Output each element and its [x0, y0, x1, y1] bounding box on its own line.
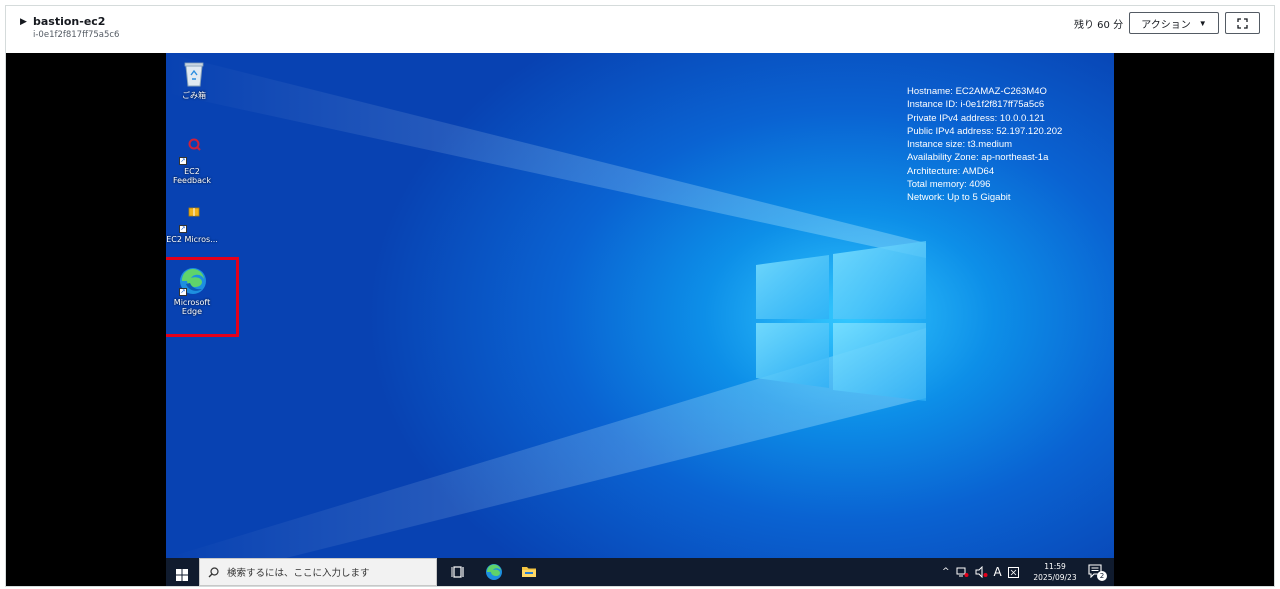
desktop-icon-recycle-bin[interactable]: ごみ箱 — [168, 59, 220, 100]
recycle-bin-icon — [179, 59, 209, 89]
action-button-label: アクション — [1141, 19, 1191, 31]
search-placeholder: 検索するには、ここに入力します — [227, 568, 370, 579]
network-icon[interactable] — [956, 566, 969, 578]
edge-icon: ↗ — [177, 266, 207, 296]
taskbar-clock[interactable]: 11:59 2025/09/23 — [1032, 561, 1078, 583]
action-button[interactable]: アクション ▼ — [1129, 12, 1219, 34]
desktop-icon-label: EC2 Feedback — [172, 167, 212, 185]
shortcut-arrow-icon: ↗ — [179, 157, 187, 165]
system-tray: ^ A — [942, 558, 1019, 586]
feedback-app-icon: ↗ — [177, 135, 207, 165]
session-frame: ▶ bastion-ec2 i-0e1f2f817ff75a5c6 残り 60 … — [5, 5, 1275, 587]
volume-muted-icon[interactable] — [975, 566, 988, 578]
clock-time: 11:59 — [1044, 562, 1066, 571]
edge-taskbar-icon[interactable] — [485, 563, 503, 581]
file-explorer-icon[interactable] — [520, 563, 538, 581]
windows-desktop[interactable]: ごみ箱 ↗ EC2 Feedback ↗ EC2 Micros... ↗ Mic… — [166, 53, 1114, 558]
info-availability-zone: Availability Zone: ap-northeast-1a — [907, 152, 1049, 164]
shortcut-arrow-icon: ↗ — [179, 225, 187, 233]
info-hostname: Hostname: EC2AMAZ-C263M4O — [907, 86, 1047, 97]
clock-date: 2025/09/23 — [1033, 573, 1077, 582]
instance-id: i-0e1f2f817ff75a5c6 — [33, 30, 120, 40]
fullscreen-button[interactable] — [1225, 12, 1260, 34]
desktop-icon-label: EC2 Micros... — [166, 235, 218, 244]
session-header: ▶ bastion-ec2 i-0e1f2f817ff75a5c6 残り 60 … — [6, 6, 1274, 53]
info-architecture: Architecture: AMD64 — [907, 165, 995, 177]
notification-badge: 2 — [1097, 571, 1107, 581]
instance-info-overlay: Hostname: EC2AMAZ-C263M4O Instance ID: i… — [907, 85, 1062, 205]
desktop-icon-ec2-feedback[interactable]: ↗ EC2 Feedback — [166, 135, 218, 185]
info-instance-id: Instance ID: i-0e1f2f817ff75a5c6 — [907, 99, 1045, 111]
caret-down-icon: ▼ — [1198, 18, 1207, 28]
package-icon: ↗ — [177, 203, 207, 233]
ime-indicator[interactable]: A — [994, 565, 1002, 579]
windows-taskbar: 検索するには、ここに入力します ^ A 11:59 2025/09/23 2 — [166, 558, 1114, 586]
chevron-up-icon[interactable]: ^ — [942, 567, 950, 577]
info-network: Network: Up to 5 Gigabit — [907, 192, 1011, 204]
remaining-time: 残り 60 分 — [1074, 20, 1124, 31]
ime-mode-icon[interactable] — [1007, 566, 1019, 578]
shortcut-arrow-icon: ↗ — [179, 288, 187, 296]
action-center-button[interactable]: 2 — [1088, 563, 1108, 581]
instance-name: bastion-ec2 — [33, 15, 106, 28]
fullscreen-icon — [1237, 17, 1248, 29]
task-view-icon[interactable] — [450, 563, 468, 581]
remote-desktop-viewer[interactable]: ごみ箱 ↗ EC2 Feedback ↗ EC2 Micros... ↗ Mic… — [6, 53, 1274, 586]
info-public-ip: Public IPv4 address: 52.197.120.202 — [907, 125, 1063, 137]
taskbar-search-box[interactable]: 検索するには、ここに入力します — [199, 558, 437, 586]
search-icon — [208, 566, 219, 577]
info-total-memory: Total memory: 4096 — [907, 179, 991, 191]
expand-caret-icon[interactable]: ▶ — [20, 17, 27, 27]
desktop-icon-microsoft-edge[interactable]: ↗ Microsoft Edge — [166, 257, 239, 337]
desktop-icon-label: ごみ箱 — [182, 91, 206, 100]
info-private-ip: Private IPv4 address: 10.0.0.121 — [907, 112, 1045, 124]
info-instance-size: Instance size: t3.medium — [907, 139, 1013, 151]
windows-start-icon[interactable] — [176, 566, 188, 585]
desktop-icon-ec2-micros[interactable]: ↗ EC2 Micros... — [166, 203, 218, 244]
